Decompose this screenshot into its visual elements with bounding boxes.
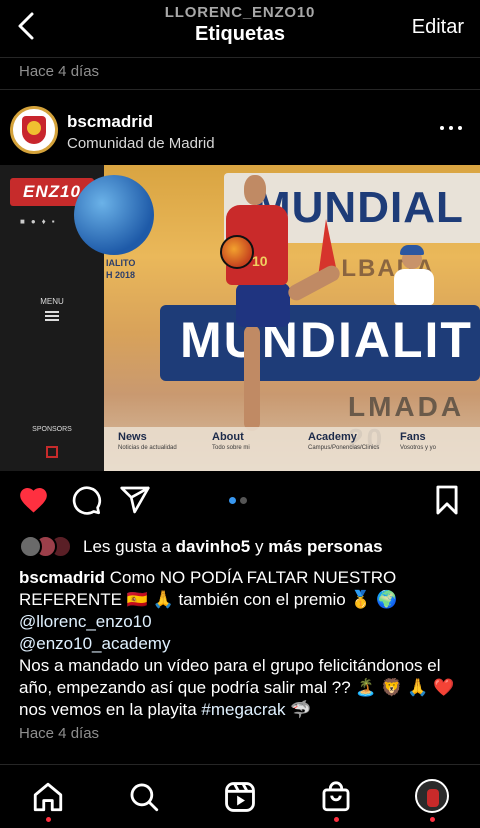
nav-academy: Academy Campus/Ponencias/Clinics bbox=[308, 431, 380, 451]
player-head bbox=[244, 175, 266, 205]
bookmark-icon[interactable] bbox=[434, 484, 460, 521]
banner-main-text: MUNDIALIT bbox=[180, 312, 473, 368]
home-icon[interactable] bbox=[31, 780, 65, 814]
likes-text: Les gusta a davinho5 y más personas bbox=[83, 537, 383, 556]
player-leg bbox=[244, 325, 260, 431]
post-location[interactable]: Comunidad de Madrid bbox=[67, 135, 215, 152]
post-author-username[interactable]: bscmadrid bbox=[67, 112, 153, 132]
post-time: Hace 4 días bbox=[19, 725, 100, 742]
header-title-block: LLORENC_ENZO10 Etiquetas bbox=[0, 4, 480, 46]
post-author-avatar[interactable] bbox=[10, 106, 58, 154]
player-photo: IALITO H 2018 MUNDIAL ALBADA MUNDIALIT LM… bbox=[74, 165, 480, 471]
header-divider bbox=[0, 57, 480, 58]
tournament-globe-logo bbox=[74, 175, 154, 255]
nav-fans: Fans Vosotros y yo bbox=[400, 431, 437, 451]
social-icons: ■●♦▪ bbox=[20, 217, 61, 226]
ball bbox=[220, 235, 254, 269]
page-title: Etiquetas bbox=[194, 23, 286, 45]
shirt-number: 10 bbox=[252, 253, 268, 269]
shop-icon[interactable] bbox=[319, 780, 353, 814]
comment-icon[interactable] bbox=[70, 484, 102, 521]
profile-avatar[interactable] bbox=[415, 779, 449, 813]
player-shorts bbox=[236, 283, 290, 327]
previous-post-time: Hace 4 días bbox=[19, 63, 100, 80]
spectator-cap bbox=[400, 245, 424, 255]
search-icon[interactable] bbox=[127, 780, 161, 814]
heart-filled-icon[interactable] bbox=[17, 484, 50, 521]
profile-avatar-figure bbox=[427, 789, 439, 807]
share-icon[interactable] bbox=[119, 484, 151, 521]
post-caption: bscmadrid Como NO PODÍA FALTAR NUESTRO R… bbox=[19, 567, 465, 721]
likes-summary[interactable]: Les gusta a davinho5 y más personas bbox=[19, 535, 479, 559]
player-raised-leg bbox=[285, 262, 343, 304]
carousel-dot bbox=[240, 497, 247, 504]
liker-username[interactable]: davinho5 bbox=[176, 537, 251, 556]
more-dots-icon[interactable] bbox=[440, 124, 462, 132]
profile-notification-dot bbox=[430, 817, 435, 822]
edit-button[interactable]: Editar bbox=[412, 16, 464, 39]
reels-icon[interactable] bbox=[223, 780, 257, 814]
nav-news: News Noticias de actualidad bbox=[118, 431, 177, 451]
carousel-dot-active bbox=[229, 497, 236, 504]
more-likers-link[interactable]: más personas bbox=[268, 537, 382, 556]
header-username: LLORENC_ENZO10 bbox=[164, 4, 316, 21]
bottom-nav bbox=[0, 765, 480, 828]
sponsors-label: SPONSORS bbox=[32, 426, 72, 433]
tournament-caption: IALITO H 2018 bbox=[106, 258, 136, 280]
post-image[interactable]: ENZ10 ■●♦▪ MENU SPONSORS IALITO H 2018 MU… bbox=[0, 165, 480, 471]
shop-notification-dot bbox=[334, 817, 339, 822]
menu-label: MENU bbox=[40, 297, 64, 306]
hamburger-menu-icon bbox=[45, 311, 59, 321]
nav-about: About Todo sobre mi bbox=[212, 431, 250, 451]
mention-link[interactable]: @enzo10_academy bbox=[19, 634, 170, 653]
expand-icon bbox=[46, 446, 58, 458]
top-bar: LLORENC_ENZO10 Etiquetas Editar bbox=[0, 0, 480, 58]
mention-link[interactable]: @llorenc_enzo10 bbox=[19, 612, 152, 631]
liker-avatar bbox=[19, 535, 42, 558]
caption-text: 🦈 bbox=[285, 700, 312, 719]
website-nav-bar: News Noticias de actualidad About Todo sob… bbox=[104, 427, 480, 471]
home-notification-dot bbox=[46, 817, 51, 822]
caption-username[interactable]: bscmadrid bbox=[19, 568, 105, 587]
hashtag-link[interactable]: #megacrak bbox=[201, 700, 285, 719]
section-divider bbox=[0, 89, 480, 90]
spectator-body bbox=[394, 269, 434, 305]
club-crest-emblem bbox=[27, 121, 41, 135]
